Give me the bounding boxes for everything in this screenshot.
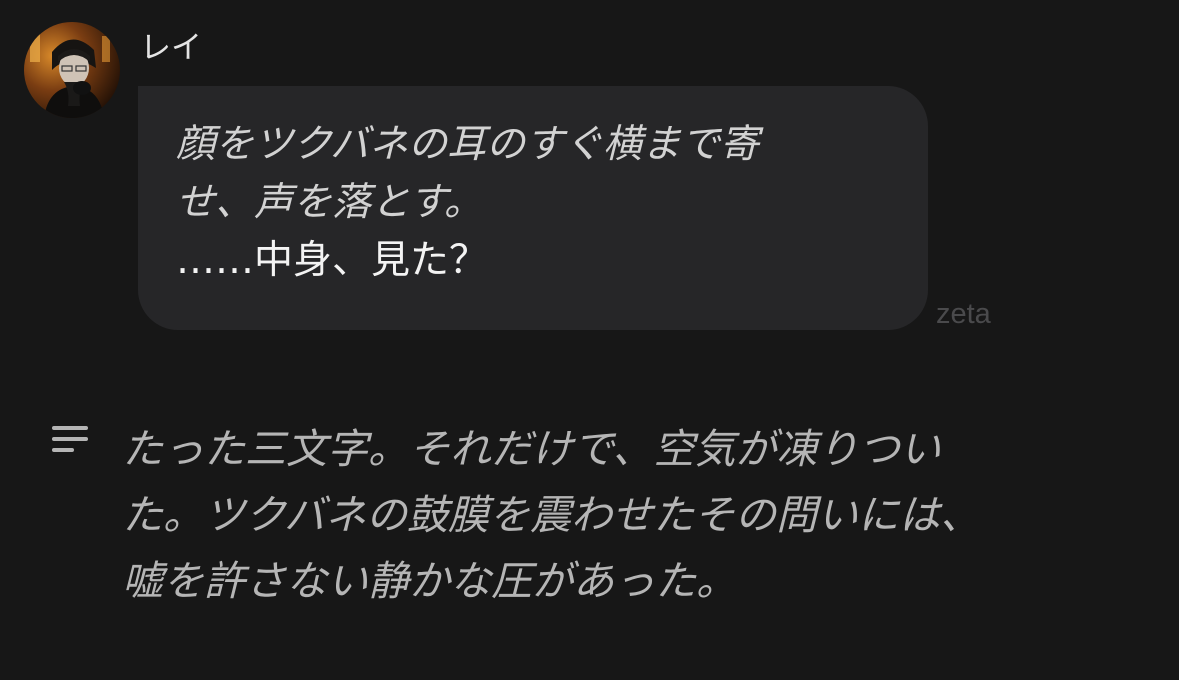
message-bubble: 顔をツクバネの耳のすぐ横まで寄 せ、声を落とす。 ……中身、見た？ <box>138 86 928 330</box>
response-text: たった三文字。それだけで、空気が凍りつい た。ツクバネの鼓膜を震わせたその問いに… <box>122 416 1162 614</box>
text-lines-icon[interactable] <box>52 424 90 454</box>
narration-line: せ、声を落とす。 <box>176 180 483 225</box>
dialogue-line: ……中身、見た？ <box>176 238 489 283</box>
avatar-image <box>24 22 120 118</box>
narration-line: 顔をツクバネの耳のすぐ横まで寄 <box>176 122 760 167</box>
response-line: 嘘を許さない静かな圧があった。 <box>122 557 737 605</box>
sender-name: レイ <box>140 30 202 66</box>
response-line: たった三文字。それだけで、空気が凍りつい <box>122 425 941 473</box>
character-avatar[interactable] <box>24 22 120 118</box>
response-line: た。ツクバネの鼓膜を震わせたその問いには、 <box>122 491 981 539</box>
zeta-watermark: zeta <box>936 298 991 330</box>
